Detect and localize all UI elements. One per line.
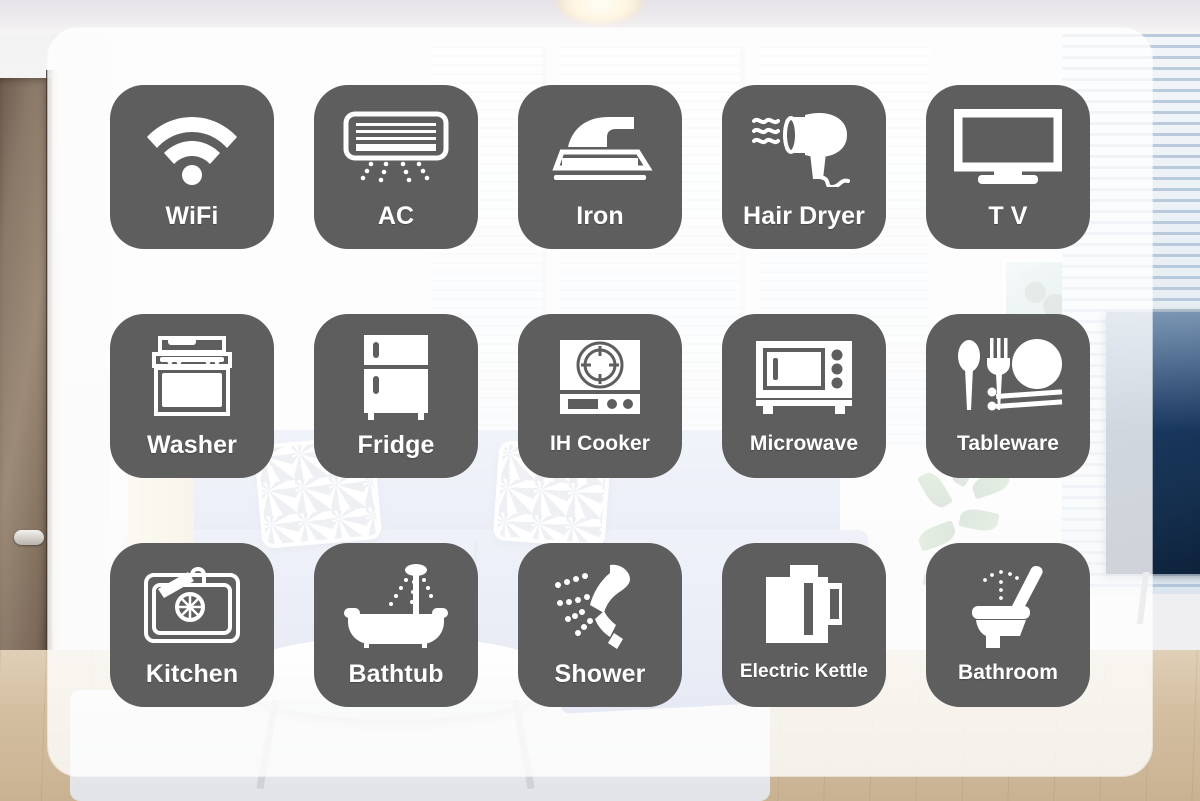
washing-machine-icon bbox=[128, 328, 256, 424]
amenity-label: WiFi bbox=[165, 202, 219, 231]
amenity-label: Microwave bbox=[749, 431, 859, 455]
wifi-icon bbox=[128, 99, 256, 195]
amenity-label: Iron bbox=[576, 202, 624, 231]
electric-kettle-icon bbox=[740, 557, 868, 653]
iron-icon bbox=[536, 99, 664, 195]
amenity-tile-tableware[interactable]: Tableware bbox=[926, 313, 1090, 478]
amenity-tile-fridge[interactable]: Fridge bbox=[314, 313, 478, 478]
amenity-label: Electric Kettle bbox=[739, 660, 869, 682]
amenity-tile-bathtub[interactable]: Bathtub bbox=[314, 542, 478, 707]
amenity-tile-wifi[interactable]: WiFi bbox=[110, 85, 274, 250]
shower-head-icon bbox=[536, 557, 664, 653]
amenity-label: Tableware bbox=[956, 431, 1060, 455]
amenity-tile-electric-kettle[interactable]: Electric Kettle bbox=[722, 542, 886, 707]
amenity-label: Bathtub bbox=[348, 659, 444, 688]
amenity-label: Kitchen bbox=[145, 659, 239, 688]
amenity-label: T V bbox=[988, 202, 1028, 231]
amenity-label: Hair Dryer bbox=[743, 202, 865, 231]
kitchen-sink-icon bbox=[128, 557, 256, 653]
amenity-label: Washer bbox=[147, 430, 237, 459]
amenity-tile-bathroom[interactable]: Bathroom bbox=[926, 542, 1090, 707]
amenity-tile-hair-dryer[interactable]: Hair Dryer bbox=[722, 85, 886, 250]
air-conditioner-icon bbox=[332, 99, 460, 195]
toilet-icon bbox=[944, 557, 1072, 653]
amenity-label: Bathroom bbox=[958, 660, 1058, 684]
amenity-label: IH Cooker bbox=[549, 431, 651, 455]
amenities-board: WiFi AC Iron Hair Dryer T V Washer Fridg… bbox=[0, 0, 1200, 801]
amenity-label: Fridge bbox=[357, 430, 435, 459]
tableware-icon bbox=[944, 328, 1072, 424]
amenity-tile-iron[interactable]: Iron bbox=[518, 85, 682, 250]
amenity-tile-ih-cooker[interactable]: IH Cooker bbox=[518, 313, 682, 478]
amenity-label: Shower bbox=[554, 659, 646, 688]
door-handle bbox=[14, 530, 44, 545]
amenity-tile-ac[interactable]: AC bbox=[314, 85, 478, 250]
amenity-tile-microwave[interactable]: Microwave bbox=[722, 313, 886, 478]
amenity-tile-shower[interactable]: Shower bbox=[518, 542, 682, 707]
amenity-tile-tv[interactable]: T V bbox=[926, 85, 1090, 250]
refrigerator-icon bbox=[332, 328, 460, 424]
bathtub-icon bbox=[332, 557, 460, 653]
microwave-icon bbox=[740, 328, 868, 424]
amenity-grid: WiFi AC Iron Hair Dryer T V Washer Fridg… bbox=[48, 28, 1152, 776]
hair-dryer-icon bbox=[740, 99, 868, 195]
television-icon bbox=[944, 99, 1072, 195]
amenity-label: AC bbox=[377, 202, 415, 231]
amenity-tile-kitchen[interactable]: Kitchen bbox=[110, 542, 274, 707]
amenity-tile-washer[interactable]: Washer bbox=[110, 313, 274, 478]
induction-cooker-icon bbox=[536, 328, 664, 424]
